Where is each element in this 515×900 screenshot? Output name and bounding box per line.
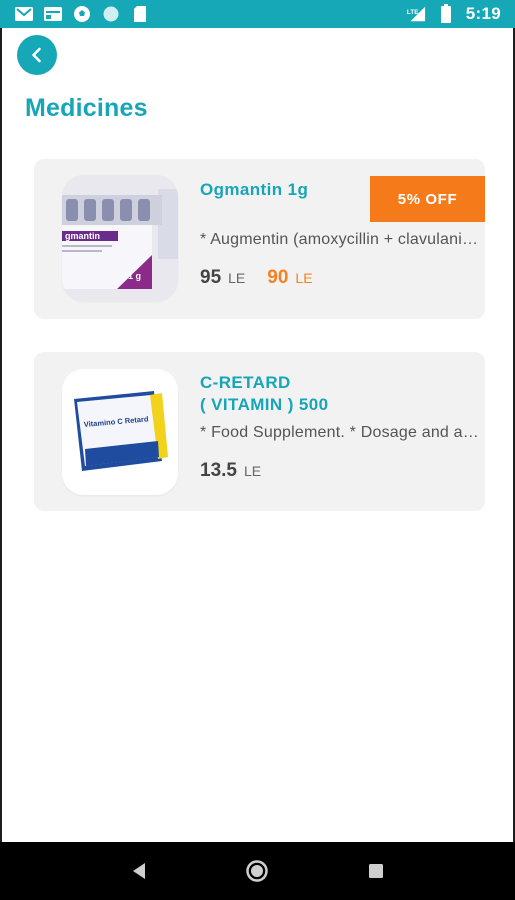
price-unit: LE [243,463,262,479]
original-price: 95 [200,267,222,288]
page-title: Medicines [25,94,148,122]
clock: 5:19 [465,4,501,23]
calendar-icon [43,5,63,23]
product-description: * Augmentin (amoxycillin + clavulanic ac… [200,231,485,248]
svg-text:1 g: 1 g [128,271,141,281]
notification-icons [14,5,150,23]
back-button[interactable] [17,35,57,75]
price-row: 13.5 LE [200,460,261,482]
status-bar: LTE 5:19 [0,0,515,28]
product-image: Vitamino C Retard [62,369,178,495]
battery-icon [436,4,456,23]
back-triangle-icon [133,863,146,879]
product-card-ogmantin[interactable]: gmantin 1 g Ogmantin 1g 5% OFF * Augment… [34,159,485,319]
product-card-c-retard[interactable]: Vitamino C Retard C-RETARD ( VITAMIN ) 5… [34,352,485,511]
svg-text:LTE: LTE [407,9,419,16]
lte-signal-icon: LTE [406,5,426,23]
sale-price-unit: LE [295,270,313,286]
product-description: * Food Supplement. * Dosage and administ… [200,424,485,441]
soccer-icon [72,5,92,23]
price-row: 95 LE 90 LE [200,267,313,289]
product-name: C-RETARD ( VITAMIN ) 500 [200,372,400,416]
home-circle-icon [246,860,269,882]
product-name-line-1: C-RETARD [200,373,291,392]
product-name-line-2: ( VITAMIN ) 500 [200,395,329,414]
nav-back-button[interactable] [119,851,159,891]
svg-text:gmantin: gmantin [65,231,100,241]
product-name: Ogmantin 1g [200,180,309,199]
recents-square-icon [368,864,383,878]
left-edge [0,28,2,842]
nav-home-button[interactable] [237,851,277,891]
price: 13.5 [200,460,237,481]
product-image: gmantin 1 g [62,175,178,301]
sd-card-icon [130,5,150,23]
discount-badge: 5% OFF [370,176,485,222]
nav-recents-button[interactable] [356,851,396,891]
sale-price: 90 [267,267,289,288]
chevron-left-icon [32,47,41,63]
original-price-unit: LE [228,270,246,286]
gmail-icon [14,5,34,23]
circle-icon [101,5,121,23]
system-nav-bar [0,842,515,900]
